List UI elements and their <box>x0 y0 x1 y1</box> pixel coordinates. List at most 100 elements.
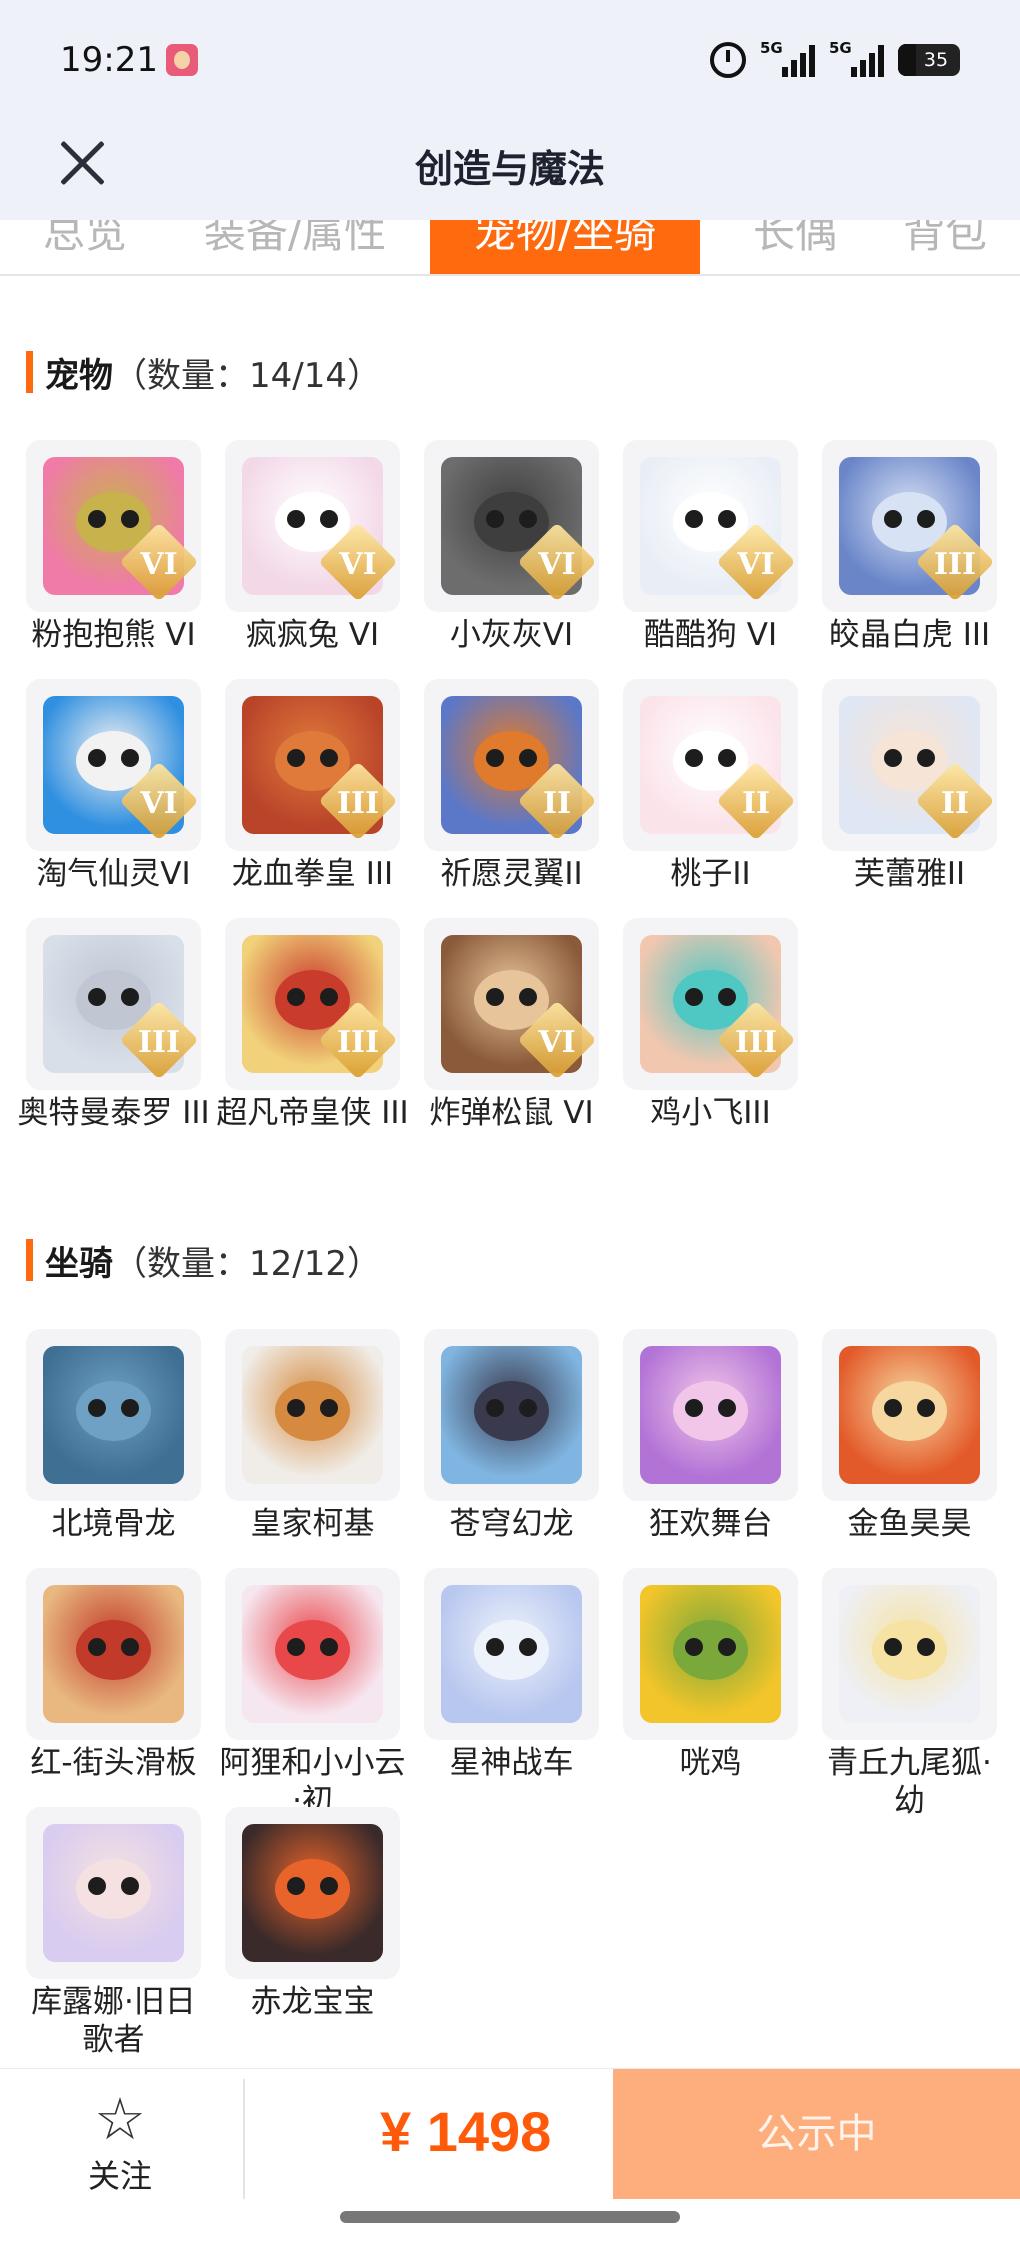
tab-pets-mounts[interactable]: 宠物/坐骑 <box>430 220 700 274</box>
pet-item[interactable]: VI 粉抱抱熊 VI <box>26 440 201 669</box>
pet-item[interactable]: II 祈愿灵翼II <box>424 679 599 908</box>
pets-section-header: 宠物 （数量：14/14） <box>26 347 381 397</box>
item-thumbnail: III <box>225 679 400 851</box>
item-eye <box>287 1399 305 1417</box>
pet-item[interactable]: III 皎晶白虎 III <box>822 440 997 669</box>
item-face <box>474 1381 549 1441</box>
mount-item[interactable]: 狂欢舞台 <box>623 1329 798 1558</box>
item-name: 淘气仙灵VI <box>36 856 191 892</box>
item-eye <box>121 1399 139 1417</box>
home-indicator[interactable] <box>340 2211 680 2223</box>
tab-overview[interactable]: 总览 <box>30 220 140 274</box>
item-eye <box>486 988 504 1006</box>
item-eye <box>320 1877 338 1895</box>
item-eye <box>917 1399 935 1417</box>
mount-item[interactable]: 咣鸡 <box>623 1568 798 1797</box>
pet-item[interactable]: VI 淘气仙灵VI <box>26 679 201 908</box>
item-eye <box>718 1399 736 1417</box>
item-eye <box>519 749 537 767</box>
item-eye <box>519 1399 537 1417</box>
rank-badge-text: VI <box>140 786 178 821</box>
item-face <box>673 1620 748 1680</box>
mount-item[interactable]: 北境骨龙 <box>26 1329 201 1558</box>
item-name: 皇家柯基 <box>250 1506 375 1542</box>
pet-item[interactable]: III 鸡小飞III <box>623 918 798 1147</box>
mount-item[interactable]: 青丘九尾狐·幼 <box>822 1568 997 1819</box>
tab-equipment[interactable]: 装备/属性 <box>190 220 400 274</box>
item-thumbnail <box>822 1568 997 1740</box>
signal-icon-2: 5G <box>829 39 884 77</box>
item-name: 炸弹松鼠 VI <box>429 1095 594 1131</box>
pet-item[interactable]: III 龙血拳皇 III <box>225 679 400 908</box>
publicity-status-button[interactable]: 公示中 <box>613 2069 1020 2199</box>
item-eye <box>685 510 703 528</box>
mount-item[interactable]: 阿狸和小小云·初 <box>220 1568 406 1819</box>
pet-item[interactable]: II 桃子II <box>623 679 798 908</box>
item-face <box>474 1620 549 1680</box>
item-name: 超凡帝皇侠 III <box>216 1095 409 1131</box>
item-name: 北境骨龙 <box>51 1506 176 1542</box>
item-eye <box>917 1638 935 1656</box>
pet-item[interactable]: VI 炸弹松鼠 VI <box>424 918 599 1147</box>
item-face <box>76 1859 151 1919</box>
item-eye <box>121 1877 139 1895</box>
pet-item[interactable]: II 芙蕾雅II <box>822 679 997 908</box>
item-eye <box>320 988 338 1006</box>
item-thumbnail: II <box>623 679 798 851</box>
item-thumbnail: VI <box>225 440 400 612</box>
mount-item[interactable]: 赤龙宝宝 <box>225 1807 400 2036</box>
mount-item[interactable]: 红-街头滑板 <box>26 1568 201 1797</box>
follow-label: 关注 <box>87 2157 152 2195</box>
item-name: 小灰灰VI <box>449 617 574 653</box>
tab-backpack[interactable]: 背包 <box>890 220 1000 274</box>
app-header: 创造与魔法 <box>0 120 1020 220</box>
alarm-icon <box>710 42 746 78</box>
item-thumbnail <box>424 1568 599 1740</box>
item-name: 桃子II <box>670 856 751 892</box>
tab-other[interactable]: 长偶 <box>740 220 850 274</box>
item-eye <box>320 510 338 528</box>
item-name: 芙蕾雅II <box>853 856 966 892</box>
rank-badge-text: VI <box>737 547 775 582</box>
item-eye <box>685 1638 703 1656</box>
mount-item[interactable]: 皇家柯基 <box>225 1329 400 1558</box>
item-eye <box>287 510 305 528</box>
item-face <box>275 1381 350 1441</box>
item-name: 酷酷狗 VI <box>643 617 778 653</box>
pet-item[interactable]: III 奥特曼泰罗 III <box>17 918 210 1147</box>
item-eye <box>320 749 338 767</box>
follow-button[interactable]: ☆ 关注 <box>60 2087 180 2207</box>
section-count: （数量：14/14） <box>113 355 381 396</box>
item-thumbnail: III <box>26 918 201 1090</box>
mount-item[interactable]: 库露娜·旧日歌者 <box>26 1807 201 2058</box>
item-eye <box>287 988 305 1006</box>
item-eye <box>121 988 139 1006</box>
pet-item[interactable]: VI 酷酷狗 VI <box>623 440 798 669</box>
section-accent-bar <box>26 1239 33 1281</box>
signal-icon: 5G <box>760 39 815 77</box>
section-accent-bar <box>26 351 33 393</box>
item-eye <box>287 1638 305 1656</box>
item-name: 奥特曼泰罗 III <box>17 1095 210 1131</box>
pet-item[interactable]: III 超凡帝皇侠 III <box>216 918 409 1147</box>
item-thumbnail <box>26 1807 201 1979</box>
pet-item[interactable]: VI 疯疯兔 VI <box>225 440 400 669</box>
rank-badge-text: II <box>542 786 572 821</box>
item-eye <box>88 988 106 1006</box>
rank-badge-text: VI <box>538 547 576 582</box>
item-thumbnail <box>26 1329 201 1501</box>
mount-item[interactable]: 星神战车 <box>424 1568 599 1797</box>
item-eye <box>88 749 106 767</box>
item-name: 祈愿灵翼II <box>440 856 583 892</box>
item-eye <box>486 1638 504 1656</box>
item-eye <box>486 749 504 767</box>
item-face <box>275 1859 350 1919</box>
pet-item[interactable]: VI 小灰灰VI <box>424 440 599 669</box>
star-icon: ☆ <box>94 2085 146 2153</box>
item-thumbnail <box>225 1568 400 1740</box>
mount-item[interactable]: 金鱼昊昊 <box>822 1329 997 1558</box>
item-eye <box>884 1638 902 1656</box>
mount-item[interactable]: 苍穹幻龙 <box>424 1329 599 1558</box>
item-thumbnail: II <box>424 679 599 851</box>
item-thumbnail: VI <box>26 440 201 612</box>
